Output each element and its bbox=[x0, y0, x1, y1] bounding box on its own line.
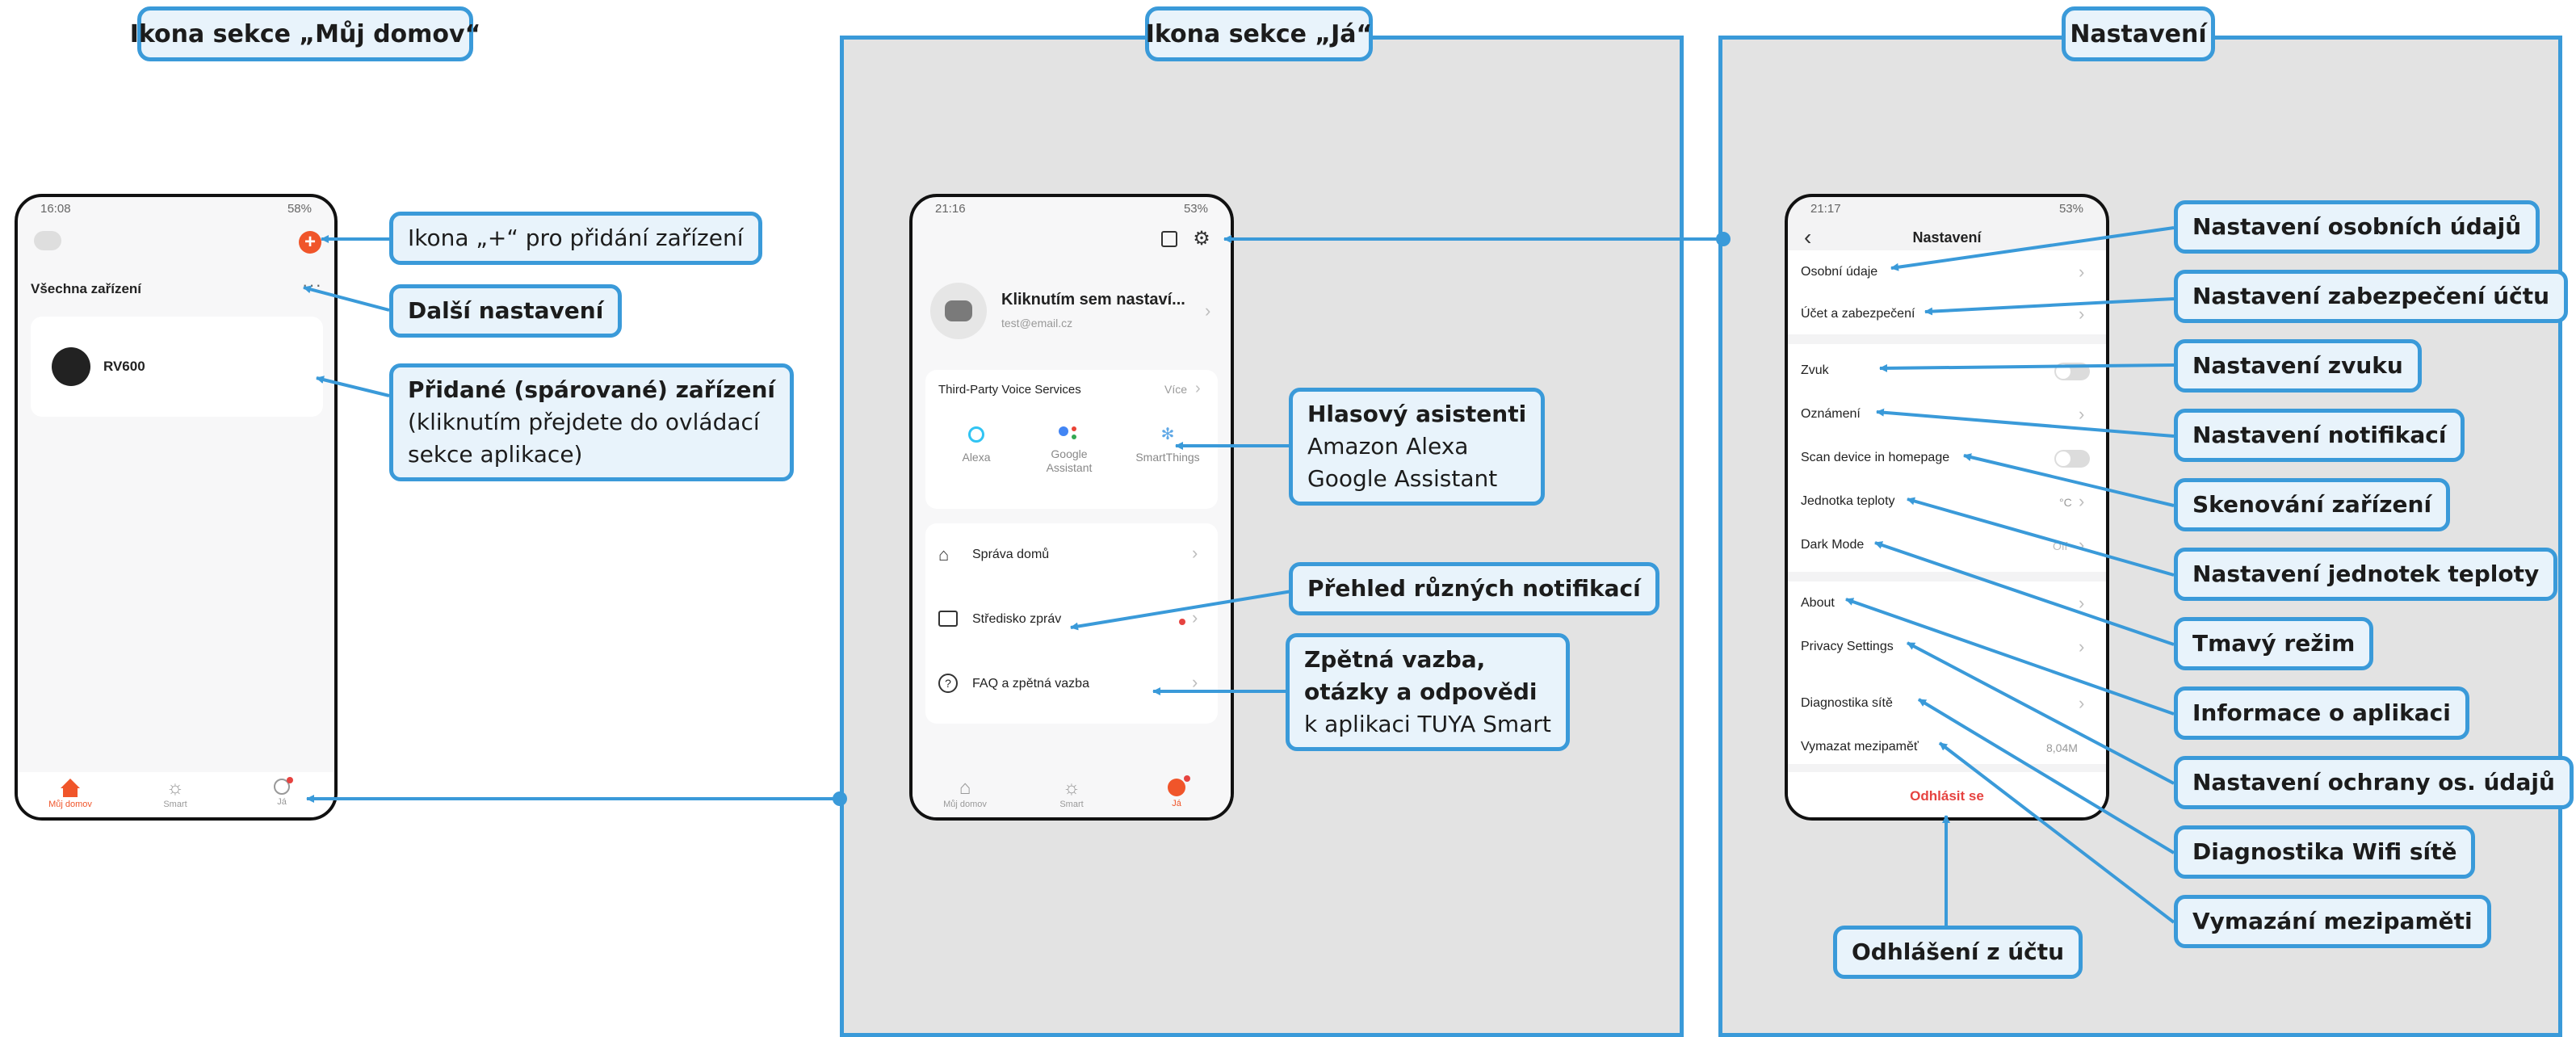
arrow-more bbox=[303, 285, 390, 312]
callout-text: sekce aplikace) bbox=[408, 441, 583, 468]
arrow-set-personal bbox=[1890, 226, 2175, 271]
callout-set-personal: Nastavení osobních údajů bbox=[2174, 200, 2540, 254]
arrow-set-dark bbox=[1874, 541, 2175, 646]
callout-set-diag: Diagnostika Wifi sítě bbox=[2174, 825, 2476, 879]
callout-add-device: Ikona „+“ pro přidání zařízení bbox=[389, 212, 762, 265]
callout-title: Hlasový asistenti bbox=[1307, 401, 1527, 427]
callout-faq: Zpětná vazba, otázky a odpovědi k aplika… bbox=[1286, 633, 1570, 751]
connector-dot bbox=[833, 791, 847, 806]
callout-text: Amazon Alexa bbox=[1307, 433, 1469, 460]
callout-text: Google Assistant bbox=[1307, 465, 1498, 492]
callout-text: Tmavý režim bbox=[2192, 630, 2356, 657]
callout-text: Informace o aplikaci bbox=[2192, 699, 2451, 726]
callout-title: Přidané (spárované) zařízení bbox=[408, 376, 776, 403]
callout-text: Diagnostika Wifi sítě bbox=[2192, 838, 2457, 865]
callout-text: Další nastavení bbox=[408, 297, 604, 324]
callout-text: Odhlášení z účtu bbox=[1852, 938, 2065, 965]
arrow-set-temp bbox=[1907, 497, 2175, 577]
callout-text: Nastavení jednotek teploty bbox=[2192, 560, 2540, 587]
callout-notifications: Přehled různých notifikací bbox=[1289, 562, 1659, 615]
callout-voice-assistants: Hlasový asistenti Amazon Alexa Google As… bbox=[1289, 388, 1546, 506]
callout-text: (kliknutím přejdete do ovládací bbox=[408, 409, 760, 435]
connector-dot bbox=[1716, 232, 1731, 246]
callout-set-notif: Nastavení notifikací bbox=[2174, 409, 2465, 462]
callout-set-sound: Nastavení zvuku bbox=[2174, 339, 2422, 393]
callout-text: Nastavení zabezpečení účtu bbox=[2192, 283, 2550, 309]
callout-set-about: Informace o aplikaci bbox=[2174, 686, 2469, 740]
arrow-set-notif bbox=[1876, 408, 2175, 438]
arrow-device bbox=[316, 376, 390, 397]
callout-added-device: Přidané (spárované) zařízení (kliknutím … bbox=[389, 363, 795, 481]
callout-set-scan: Skenování zařízení bbox=[2174, 478, 2451, 531]
callout-title: otázky a odpovědi bbox=[1304, 678, 1538, 705]
callout-set-privacy: Nastavení ochrany os. údajů bbox=[2174, 756, 2574, 809]
callout-text: Nastavení osobních údajů bbox=[2192, 213, 2522, 240]
callout-text: Nastavení ochrany os. údajů bbox=[2192, 769, 2555, 796]
callout-text: k aplikaci TUYA Smart bbox=[1304, 711, 1551, 737]
callout-text: Skenování zařízení bbox=[2192, 491, 2432, 518]
callout-set-temp: Nastavení jednotek teploty bbox=[2174, 548, 2558, 601]
callout-set-cache: Vymazání mezipaměti bbox=[2174, 895, 2491, 948]
callout-set-dark: Tmavý režim bbox=[2174, 617, 2374, 670]
callout-set-logout: Odhlášení z účtu bbox=[1833, 926, 2083, 979]
arrow-set-privacy bbox=[1907, 641, 2175, 785]
callout-text: Nastavení notifikací bbox=[2192, 422, 2447, 448]
arrow-set-scan bbox=[1963, 453, 2175, 507]
callout-title: Zpětná vazba, bbox=[1304, 646, 1486, 673]
callout-text: Vymazání mezipaměti bbox=[2192, 908, 2473, 934]
arrow-set-security bbox=[1924, 297, 2175, 316]
arrow-notif bbox=[1070, 588, 1303, 631]
callout-text: Ikona „+“ pro přidání zařízení bbox=[408, 225, 744, 251]
callout-text: Nastavení zvuku bbox=[2192, 352, 2403, 379]
arrow-set-diag bbox=[1917, 698, 2175, 854]
callout-more-settings: Další nastavení bbox=[389, 284, 623, 338]
callout-set-security: Nastavení zabezpečení účtu bbox=[2174, 270, 2569, 323]
arrow-set-sound bbox=[1879, 363, 2175, 372]
callout-text: Přehled různých notifikací bbox=[1307, 575, 1641, 602]
